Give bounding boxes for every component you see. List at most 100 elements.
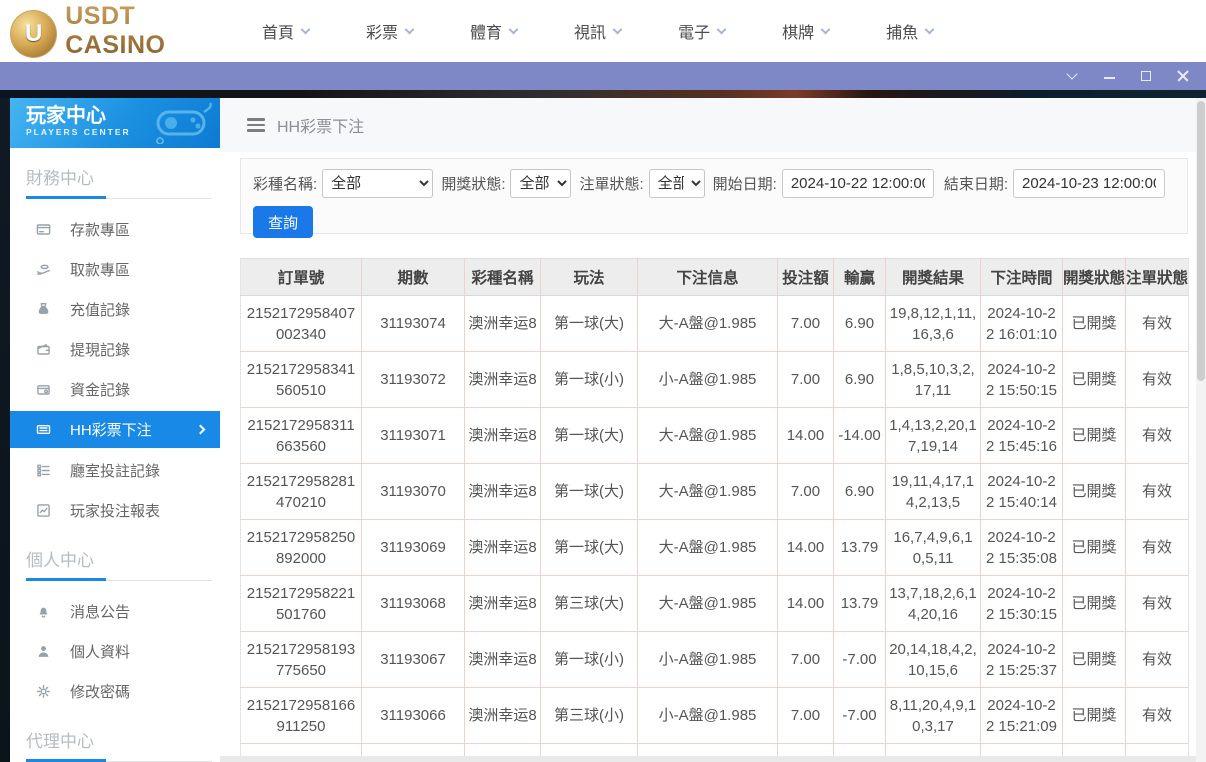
nav-item-chess[interactable]: 棋牌 (782, 19, 829, 43)
table-cell: 第一球(小) (541, 352, 638, 408)
sidebar-item-messages[interactable]: 消息公告 (10, 591, 220, 631)
sidebar-item-change-password[interactable]: 修改密碼 (10, 671, 220, 711)
draw-status-select[interactable]: 全部 (510, 169, 571, 198)
table-cell: 31193069 (362, 520, 465, 576)
table-cell: -7.00 (834, 632, 886, 688)
table-cell: 8,11,20,4,9,10,3,17 (886, 688, 981, 744)
page-title: HH彩票下注 (277, 113, 364, 137)
column-header: 輸贏 (834, 259, 886, 296)
table-cell: 澳洲幸运8 (465, 520, 541, 576)
table-cell: 2152172958221501760 (241, 576, 362, 632)
nav-item-home[interactable]: 首頁 (262, 19, 309, 43)
table-cell: 第三球(小) (541, 688, 638, 744)
sidebar-item-label: 消息公告 (70, 601, 130, 622)
filter-row: 彩種名稱: 全部 開獎狀態: 全部 注單狀態: 全部 開始日期: 結束日期: (253, 169, 1175, 198)
sidebar-item-profile[interactable]: 個人資料 (10, 631, 220, 671)
window-minimize-icon[interactable] (1102, 69, 1116, 83)
table-cell: 第一球(大) (541, 464, 638, 520)
table-cell: 澳洲幸运8 (465, 408, 541, 464)
brand-text: USDT CASINO (65, 2, 240, 60)
sidebar-item-deposit[interactable]: 存款專區 (10, 209, 220, 249)
table-cell: 2152172958311663560 (241, 408, 362, 464)
column-header: 注單狀態 (1126, 259, 1189, 296)
nav-item-video[interactable]: 視訊 (574, 19, 621, 43)
table-cell: 6.90 (834, 352, 886, 408)
table-cell: 6.90 (834, 464, 886, 520)
bottom-strip (220, 756, 1206, 762)
order-status-select[interactable]: 全部 (649, 169, 705, 198)
window-maximize-icon[interactable] (1139, 69, 1153, 83)
brand-logo[interactable]: U USDT CASINO (10, 2, 240, 60)
window-chevron-down-icon[interactable] (1065, 69, 1079, 83)
table-cell: 第一球(小) (541, 632, 638, 688)
table-cell: 澳洲幸运8 (465, 576, 541, 632)
sidebar-item-fund-record[interactable]: 資金記錄 (10, 369, 220, 409)
brand-coin-icon: U (10, 10, 57, 58)
table-cell: 2024-10-22 15:35:08 (981, 520, 1063, 576)
table-cell: 19,8,12,1,11,16,3,6 (886, 296, 981, 352)
menu-toggle-icon[interactable] (247, 115, 265, 135)
window-close-icon[interactable] (1176, 69, 1190, 83)
sidebar-item-hall-bet-record[interactable]: 廳室投註記錄 (10, 450, 220, 490)
table-cell: 31193070 (362, 464, 465, 520)
table-row: 215217295819377565031193067澳洲幸运8第一球(小)小-… (241, 632, 1189, 688)
sidebar-item-label: 玩家投注報表 (70, 500, 160, 521)
table-cell: 19,11,4,17,14,2,13,5 (886, 464, 981, 520)
chevron-down-icon (509, 24, 519, 34)
table-cell: 有效 (1126, 408, 1189, 464)
table-cell: 澳洲幸运8 (465, 632, 541, 688)
sidebar-item-recharge-record[interactable]: 充值記錄 (10, 289, 220, 329)
sidebar-item-withdrawal-record[interactable]: 提現記錄 (10, 329, 220, 369)
nav-item-lottery[interactable]: 彩票 (366, 19, 413, 43)
table-cell: 第一球(大) (541, 520, 638, 576)
nav-item-label: 電子 (678, 19, 710, 43)
table-cell: 2024-10-22 15:40:14 (981, 464, 1063, 520)
nav-item-fishing[interactable]: 捕魚 (886, 19, 933, 43)
table-cell: 2024-10-22 15:25:37 (981, 632, 1063, 688)
chevron-right-icon (196, 425, 206, 435)
sidebar-item-hh-lottery-bet[interactable]: HH彩票下注 (10, 411, 220, 448)
table-row: 215217295825089200031193069澳洲幸运8第一球(大)大-… (241, 520, 1189, 576)
end-date-input[interactable] (1013, 169, 1165, 198)
start-date-input[interactable] (782, 169, 934, 198)
table-cell: 13.79 (834, 520, 886, 576)
table-cell: 已開獎 (1063, 576, 1126, 632)
table-cell: -7.00 (834, 688, 886, 744)
table-cell: 小-A盤@1.985 (638, 352, 778, 408)
sidebar-section-label: 個人中心 (26, 546, 220, 571)
search-button[interactable]: 查詢 (253, 206, 313, 238)
funds-icon (35, 381, 51, 397)
scrollbar[interactable] (1196, 98, 1206, 762)
table-cell: 有效 (1126, 576, 1189, 632)
sidebar-item-player-bet-report[interactable]: 玩家投注報表 (10, 490, 220, 530)
table-cell: 2024-10-22 16:01:10 (981, 296, 1063, 352)
table-cell: 2152172958407002340 (241, 296, 362, 352)
table-cell: 7.00 (778, 632, 834, 688)
lottery-name-select[interactable]: 全部 (322, 169, 433, 198)
table-cell: 有效 (1126, 464, 1189, 520)
table-cell: 31193072 (362, 352, 465, 408)
table-cell: 14.00 (778, 408, 834, 464)
sidebar-section-label: 代理中心 (26, 727, 220, 752)
sidebar-item-withdraw[interactable]: 取款專區 (10, 249, 220, 289)
nav-item-sports[interactable]: 體育 (470, 19, 517, 43)
table-cell: 2024-10-22 15:50:15 (981, 352, 1063, 408)
table-row: 215217295831166356031193071澳洲幸运8第一球(大)大-… (241, 408, 1189, 464)
scrollbar-thumb[interactable] (1197, 101, 1205, 381)
sidebar-item-label: 取款專區 (70, 259, 130, 280)
table-cell: 大-A盤@1.985 (638, 408, 778, 464)
nav-item-slots[interactable]: 電子 (678, 19, 725, 43)
table-cell: 有效 (1126, 520, 1189, 576)
column-header: 下注時間 (981, 259, 1063, 296)
table-cell: 13.79 (834, 576, 886, 632)
top-navbar: U USDT CASINO 首頁 彩票 體育 視訊 電子 棋牌 捕魚 (0, 0, 1206, 62)
table-cell: 有效 (1126, 688, 1189, 744)
table-cell: 澳洲幸运8 (465, 464, 541, 520)
table-cell: 有效 (1126, 632, 1189, 688)
table-cell: 2152172958281470210 (241, 464, 362, 520)
sidebar-section-label: 財務中心 (26, 164, 220, 189)
table-cell: 7.00 (778, 352, 834, 408)
background-image-edge (0, 98, 10, 762)
sidebar-item-label: 資金記錄 (70, 379, 130, 400)
sidebar-item-label: HH彩票下注 (70, 419, 152, 440)
